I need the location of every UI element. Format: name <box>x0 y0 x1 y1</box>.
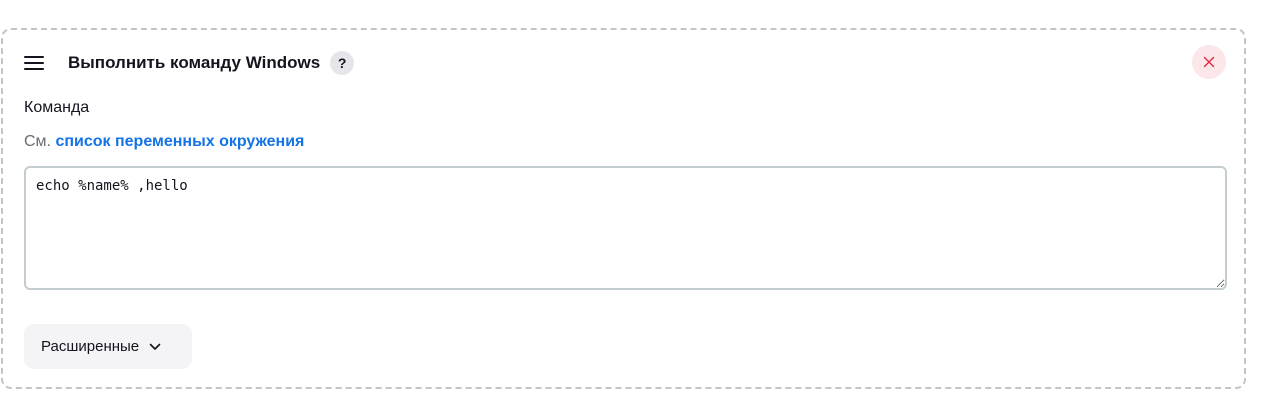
delete-step-button[interactable] <box>1192 45 1226 79</box>
command-hint: См. список переменных окружения <box>24 133 304 151</box>
drag-handle-icon[interactable] <box>24 56 44 70</box>
close-icon <box>1203 56 1215 68</box>
step-header: Выполнить команду Windows ? <box>24 45 1226 79</box>
help-button[interactable]: ? <box>330 51 355 75</box>
build-step-card: Выполнить команду Windows ? Команда См. … <box>1 28 1246 389</box>
command-textarea[interactable]: echo %name% ,hello <box>24 166 1227 290</box>
advanced-button[interactable]: Расширенные <box>24 324 192 369</box>
hint-prefix: См. <box>24 133 51 150</box>
env-vars-link[interactable]: список переменных окружения <box>55 133 304 150</box>
chevron-down-icon <box>149 343 161 351</box>
command-label: Команда <box>24 99 90 116</box>
advanced-label: Расширенные <box>41 338 140 355</box>
step-title: Выполнить команду Windows <box>68 53 321 72</box>
